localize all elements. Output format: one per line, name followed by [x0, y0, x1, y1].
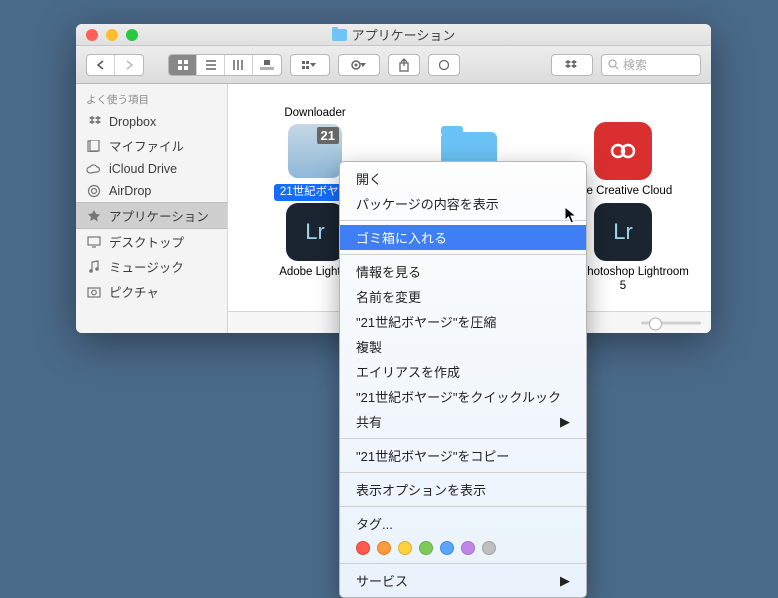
zoom-button[interactable] [126, 29, 138, 41]
dropbox-button[interactable] [552, 55, 592, 75]
ctx-duplicate[interactable]: 複製 [340, 334, 586, 359]
sidebar-item-label: AirDrop [109, 184, 151, 198]
ctx-move-to-trash[interactable]: ゴミ箱に入れる [340, 225, 586, 250]
share-button[interactable] [388, 54, 420, 76]
sidebar-item-label: デスクトップ [109, 232, 184, 251]
arrange-group [290, 54, 330, 76]
sidebar-item-icloud[interactable]: iCloud Drive [76, 158, 227, 180]
sidebar-item-label: マイファイル [109, 136, 184, 155]
nav-buttons [86, 54, 144, 76]
submenu-arrow-icon: ▶ [560, 414, 570, 430]
search-placeholder: 検索 [623, 56, 647, 73]
app-icon [594, 84, 652, 102]
sidebar-item-pictures[interactable]: ピクチャ [76, 279, 227, 304]
arrange-button[interactable] [291, 55, 329, 75]
toolbar: 検索 [76, 46, 711, 84]
separator [340, 506, 586, 507]
titlebar[interactable]: アプリケーション [76, 24, 711, 46]
sidebar-item-label: iCloud Drive [109, 162, 177, 176]
cloud-icon [86, 161, 102, 177]
separator [340, 438, 586, 439]
app-item[interactable] [392, 84, 546, 120]
icon-size-slider[interactable] [641, 321, 701, 324]
app-item[interactable] [546, 84, 700, 120]
search-icon [608, 59, 619, 70]
view-list-button[interactable] [197, 55, 225, 75]
app-icon: Lr [286, 203, 344, 261]
ctx-tags-label: タグ... [340, 511, 586, 536]
music-icon [86, 259, 102, 275]
submenu-arrow-icon: ▶ [560, 573, 570, 589]
window-title-text: アプリケーション [352, 25, 456, 44]
back-button[interactable] [87, 55, 115, 75]
ctx-open[interactable]: 開く [340, 166, 586, 191]
action-group [338, 54, 380, 76]
ctx-copy[interactable]: "21世紀ボヤージ"をコピー [340, 443, 586, 468]
view-coverflow-button[interactable] [253, 55, 281, 75]
ctx-view-options[interactable]: 表示オプションを表示 [340, 477, 586, 502]
action-button[interactable] [339, 55, 379, 75]
window-title: アプリケーション [76, 25, 711, 44]
app-icon [286, 84, 344, 102]
ctx-tag-dots [340, 536, 586, 559]
minimize-button[interactable] [106, 29, 118, 41]
separator [340, 472, 586, 473]
sidebar: よく使う項目 Dropbox マイファイル iCloud Drive AirDr… [76, 84, 228, 333]
tags-button[interactable] [428, 54, 460, 76]
app-icon: 21 [286, 122, 344, 180]
dropbox-btn-group [551, 54, 593, 76]
view-columns-button[interactable] [225, 55, 253, 75]
sidebar-item-dropbox[interactable]: Dropbox [76, 111, 227, 133]
sidebar-item-label: Dropbox [109, 115, 156, 129]
view-icons-button[interactable] [169, 55, 197, 75]
sidebar-item-label: ピクチャ [109, 282, 159, 301]
sidebar-item-applications[interactable]: アプリケーション [76, 202, 227, 229]
app-icon [440, 84, 498, 102]
separator [340, 254, 586, 255]
ctx-show-contents[interactable]: パッケージの内容を表示 [340, 191, 586, 216]
app-label: obe Creative Cloud [574, 184, 672, 198]
tag-yellow[interactable] [398, 541, 412, 555]
separator [340, 220, 586, 221]
all-files-icon [86, 138, 102, 154]
sidebar-item-label: ミュージック [109, 257, 184, 276]
ctx-quicklook[interactable]: "21世紀ボヤージ"をクイックルック [340, 384, 586, 409]
airdrop-icon [86, 183, 102, 199]
tag-blue[interactable] [440, 541, 454, 555]
sidebar-item-label: アプリケーション [109, 206, 209, 225]
app-item[interactable]: Downloader [238, 84, 392, 120]
sidebar-item-desktop[interactable]: デスクトップ [76, 229, 227, 254]
sidebar-item-myfiles[interactable]: マイファイル [76, 133, 227, 158]
ctx-make-alias[interactable]: エイリアスを作成 [340, 359, 586, 384]
sidebar-item-airdrop[interactable]: AirDrop [76, 180, 227, 202]
folder-icon [332, 29, 347, 41]
ctx-rename[interactable]: 名前を変更 [340, 284, 586, 309]
ctx-share[interactable]: 共有▶ [340, 409, 586, 434]
view-buttons [168, 54, 282, 76]
close-button[interactable] [86, 29, 98, 41]
desktop-icon [86, 234, 102, 250]
app-label: Downloader [284, 106, 345, 120]
ctx-get-info[interactable]: 情報を見る [340, 259, 586, 284]
tag-gray[interactable] [482, 541, 496, 555]
context-menu: 開く パッケージの内容を表示 ゴミ箱に入れる 情報を見る 名前を変更 "21世紀… [339, 161, 587, 598]
dropbox-icon [86, 114, 102, 130]
ctx-services[interactable]: サービス▶ [340, 568, 586, 593]
search-input[interactable]: 検索 [601, 54, 701, 76]
tag-orange[interactable] [377, 541, 391, 555]
applications-icon [86, 208, 102, 224]
tag-green[interactable] [419, 541, 433, 555]
ctx-compress[interactable]: "21世紀ボヤージ"を圧縮 [340, 309, 586, 334]
tag-red[interactable] [356, 541, 370, 555]
separator [340, 563, 586, 564]
pictures-icon [86, 284, 102, 300]
app-icon [594, 122, 652, 180]
tag-purple[interactable] [461, 541, 475, 555]
sidebar-section-header: よく使う項目 [76, 90, 227, 111]
app-icon: Lr [594, 203, 652, 261]
sidebar-item-music[interactable]: ミュージック [76, 254, 227, 279]
window-controls [86, 29, 138, 41]
forward-button[interactable] [115, 55, 143, 75]
